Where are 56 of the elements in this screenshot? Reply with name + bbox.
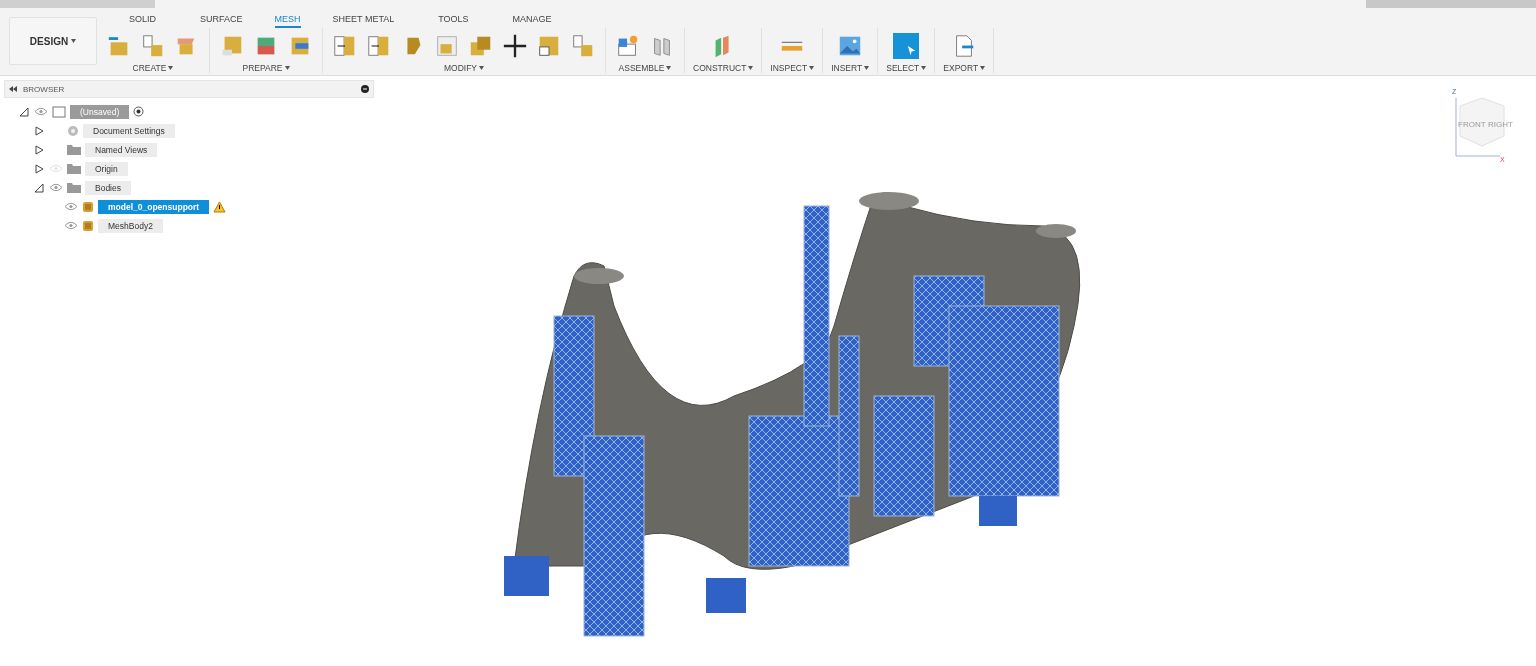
expand-toggle[interactable] [33, 162, 45, 175]
cube-face-label: FRONT [1458, 120, 1486, 129]
folder-icon [67, 144, 81, 155]
caret-icon [921, 66, 927, 70]
tool-button[interactable] [501, 32, 529, 60]
tree-item[interactable]: Named Views [85, 142, 158, 157]
caret-icon [980, 66, 986, 70]
caret-icon [666, 66, 672, 70]
caret-icon [809, 66, 815, 70]
radio-icon[interactable] [133, 106, 145, 117]
ribbon-tab[interactable]: MESH [274, 14, 301, 28]
cube-face-label: RIGHT [1488, 120, 1513, 129]
shell-tool-icon [434, 33, 460, 59]
mesh-body-icon [82, 219, 94, 232]
collapse-toggle[interactable] [33, 181, 45, 194]
group-menu[interactable]: PREPARE [242, 61, 290, 73]
ribbon-tab[interactable]: SURFACE [200, 14, 243, 28]
ribbon-tab[interactable]: TOOLS [438, 14, 469, 28]
group-menu[interactable]: EXPORT [943, 61, 986, 73]
tree-item[interactable]: model_0_opensupport [98, 199, 210, 214]
collapse-toggle[interactable] [18, 105, 30, 118]
eye-icon[interactable] [64, 202, 78, 211]
minus-icon[interactable] [361, 85, 369, 93]
expand-toggle[interactable] [33, 124, 45, 137]
caret-icon [479, 66, 485, 70]
group-menu[interactable]: CONSTRUCT [693, 61, 754, 73]
document-icon [52, 105, 66, 118]
gear-icon [67, 124, 79, 137]
caret-icon [864, 66, 870, 70]
caret-icon [71, 39, 77, 43]
tree-item[interactable]: Bodies [85, 180, 131, 195]
select-tool-icon [893, 33, 920, 59]
group-menu[interactable]: SELECT [886, 61, 927, 73]
eye-icon[interactable] [64, 221, 78, 230]
group-menu[interactable]: ASSEMBLE [618, 61, 672, 73]
folder-icon [67, 182, 81, 193]
tree-item[interactable]: Origin [85, 161, 128, 176]
move-tool-icon [502, 33, 528, 59]
caret-icon [284, 66, 290, 70]
ribbon-tab[interactable]: MANAGE [512, 14, 552, 28]
collapse-icon[interactable] [9, 86, 17, 92]
mesh-body-icon [82, 200, 94, 213]
workspace-menu[interactable]: DESIGN [9, 17, 97, 65]
ribbon-tab[interactable]: SOLID [129, 14, 156, 28]
ribbon-tab[interactable]: SHEET METAL [332, 14, 395, 28]
expand-toggle[interactable] [33, 143, 45, 156]
caret-icon [748, 66, 754, 70]
panel-title: BROWSER [23, 84, 66, 94]
tree-item[interactable]: Document Settings [83, 123, 175, 138]
folder-icon [67, 163, 81, 174]
tree-item[interactable]: MeshBody2 [98, 218, 163, 233]
group-menu[interactable]: INSERT [831, 61, 870, 73]
group-menu[interactable]: INSPECT [770, 61, 815, 73]
group-menu[interactable]: CREATE [132, 61, 174, 73]
caret-icon [168, 66, 174, 70]
group-menu[interactable]: MODIFY [443, 61, 485, 73]
